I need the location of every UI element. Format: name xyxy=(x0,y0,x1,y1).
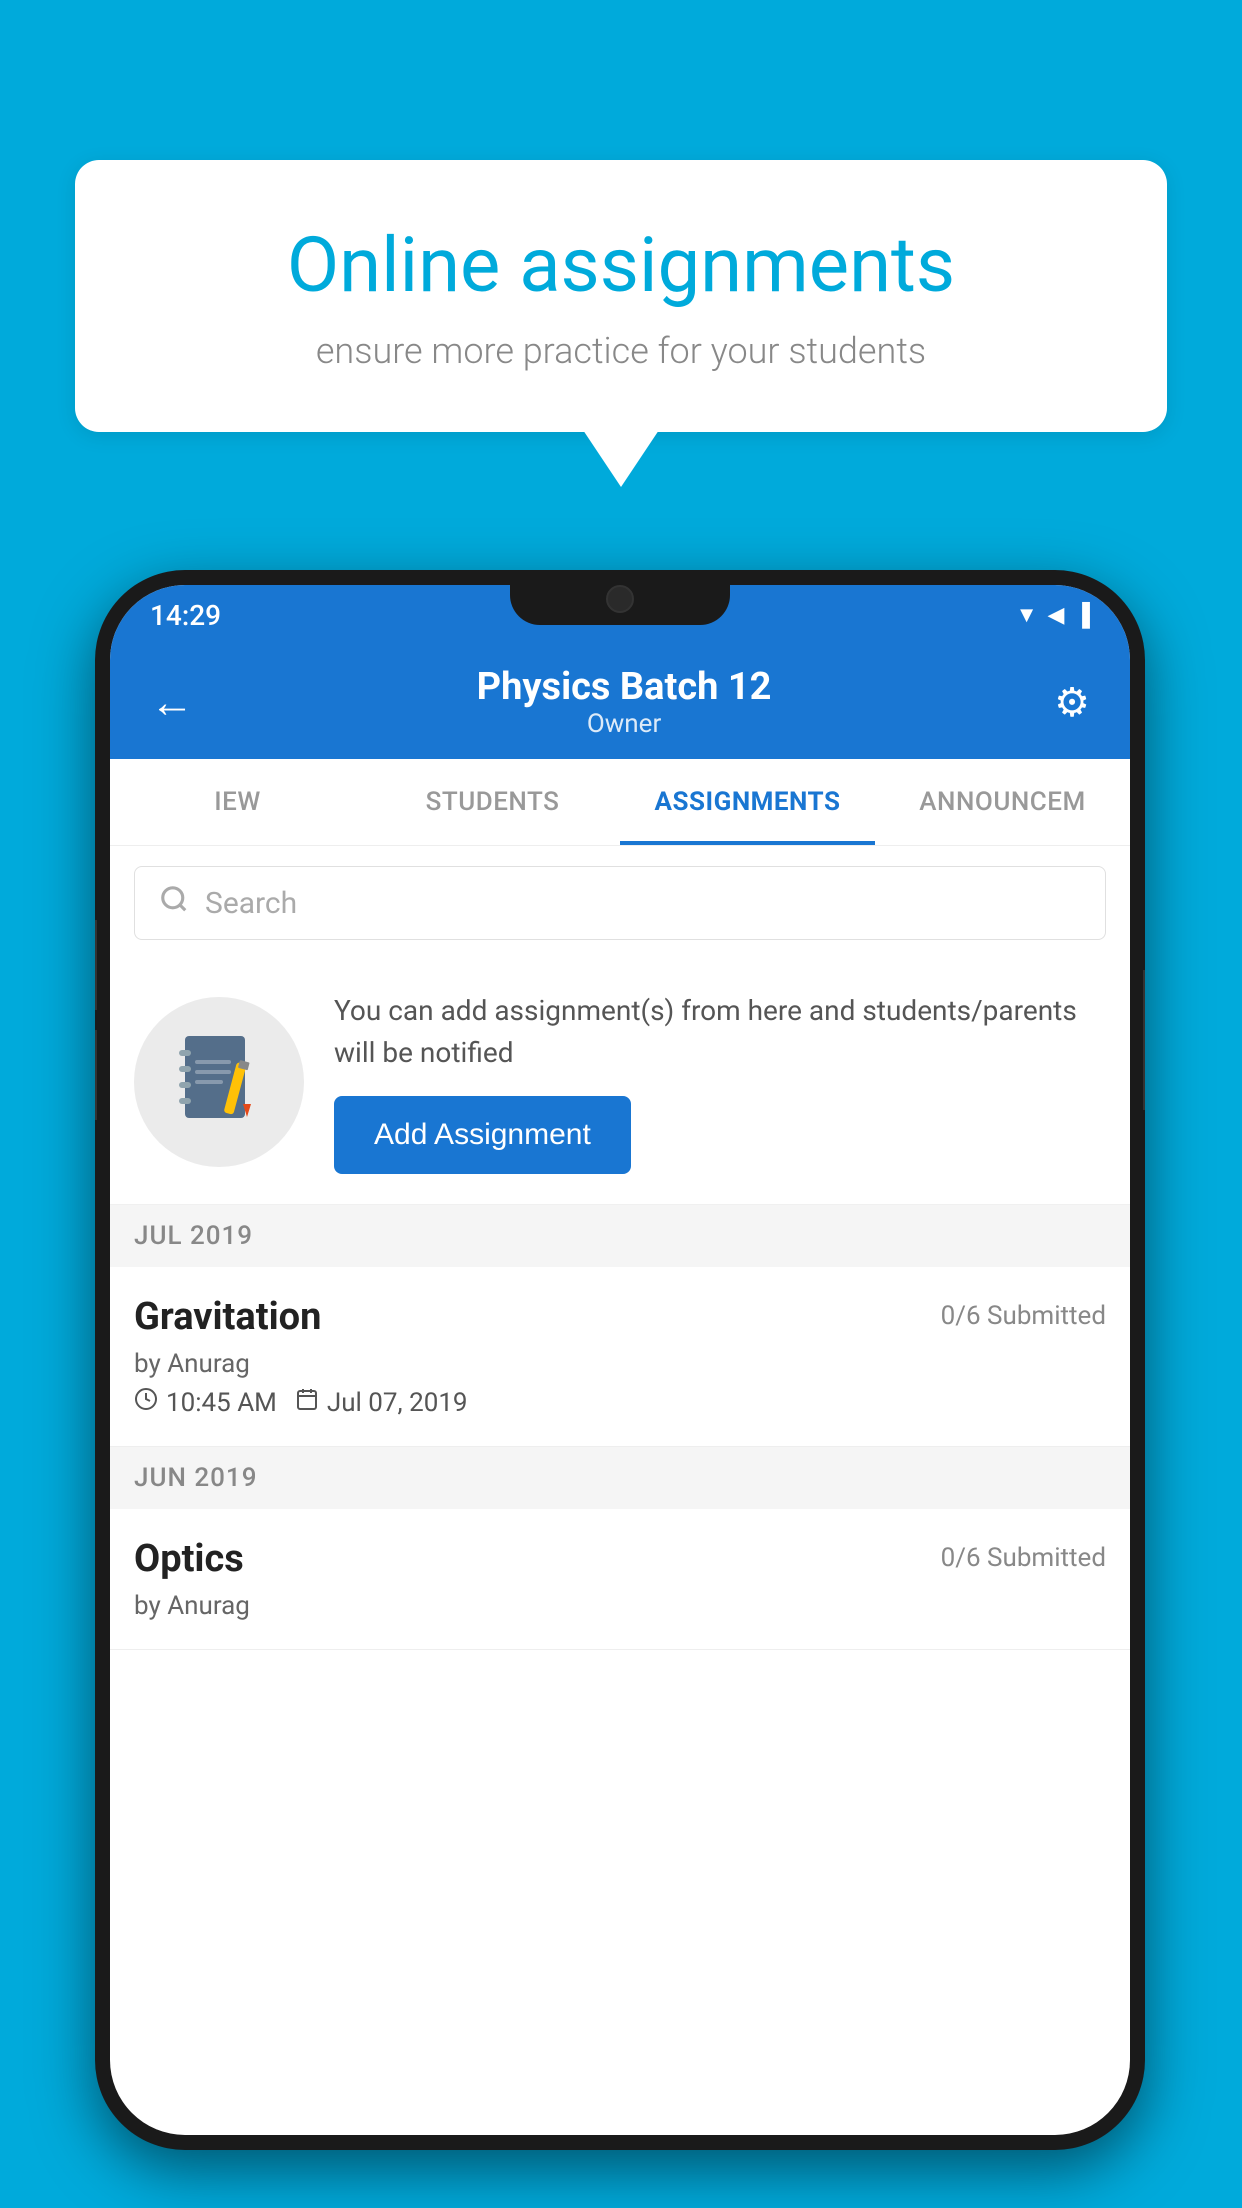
add-assignment-button[interactable]: Add Assignment xyxy=(334,1096,631,1174)
assignment-optics-author: by Anurag xyxy=(134,1591,1106,1621)
tab-students[interactable]: STUDENTS xyxy=(365,759,620,845)
volume-up-button xyxy=(95,920,97,1010)
section-header-jul: JUL 2019 xyxy=(110,1205,1130,1267)
battery-icon: ▐ xyxy=(1074,602,1090,628)
assignment-optics-name: Optics xyxy=(134,1537,244,1581)
promo-content: You can add assignment(s) from here and … xyxy=(334,990,1106,1174)
phone-notch xyxy=(510,570,730,625)
assignment-submitted: 0/6 Submitted xyxy=(941,1301,1106,1331)
settings-icon[interactable]: ⚙ xyxy=(1054,679,1090,726)
assignment-meta: 10:45 AM Jul 07, 2019 xyxy=(134,1387,1106,1418)
assignment-author: by Anurag xyxy=(134,1349,1106,1379)
back-button[interactable]: ← xyxy=(150,676,194,728)
speech-bubble-title: Online assignments xyxy=(145,220,1097,310)
assignment-optics-top-row: Optics 0/6 Submitted xyxy=(134,1537,1106,1581)
header-title: Physics Batch 12 xyxy=(477,665,772,709)
search-bar[interactable]: Search xyxy=(134,866,1106,940)
tab-overview[interactable]: IEW xyxy=(110,759,365,845)
tabs-bar: IEW STUDENTS ASSIGNMENTS ANNOUNCEM xyxy=(110,759,1130,846)
assignment-time: 10:45 AM xyxy=(134,1387,277,1418)
status-time: 14:29 xyxy=(150,599,221,632)
assignment-date-value: Jul 07, 2019 xyxy=(327,1388,468,1418)
promo-section: You can add assignment(s) from here and … xyxy=(110,960,1130,1205)
promo-icon-circle xyxy=(134,997,304,1167)
header-title-group: Physics Batch 12 Owner xyxy=(477,665,772,739)
assignment-time-value: 10:45 AM xyxy=(166,1388,277,1418)
clock-icon xyxy=(134,1387,158,1418)
assignment-item-optics[interactable]: Optics 0/6 Submitted by Anurag xyxy=(110,1509,1130,1650)
section-header-jun: JUN 2019 xyxy=(110,1447,1130,1509)
assignment-item-gravitation[interactable]: Gravitation 0/6 Submitted by Anurag 10:4… xyxy=(110,1267,1130,1447)
notebook-icon xyxy=(177,1032,262,1132)
app-header: ← Physics Batch 12 Owner ⚙ xyxy=(110,645,1130,759)
phone-screen: 14:29 ▼ ◀ ▐ ← Physics Batch 12 Owner ⚙ I… xyxy=(110,585,1130,2135)
tab-assignments[interactable]: ASSIGNMENTS xyxy=(620,759,875,845)
speech-bubble-container: Online assignments ensure more practice … xyxy=(75,160,1167,432)
status-icons: ▼ ◀ ▐ xyxy=(1016,602,1090,628)
search-placeholder: Search xyxy=(205,886,297,921)
speech-bubble: Online assignments ensure more practice … xyxy=(75,160,1167,432)
search-container: Search xyxy=(110,846,1130,960)
assignment-name: Gravitation xyxy=(134,1295,321,1339)
front-camera xyxy=(606,585,634,613)
wifi-icon: ▼ xyxy=(1016,602,1038,628)
header-subtitle: Owner xyxy=(477,709,772,739)
speech-bubble-subtitle: ensure more practice for your students xyxy=(145,330,1097,372)
calendar-icon xyxy=(295,1387,319,1418)
assignment-optics-submitted: 0/6 Submitted xyxy=(941,1543,1106,1573)
search-icon xyxy=(159,883,189,923)
volume-down-button xyxy=(95,1030,97,1120)
assignment-top-row: Gravitation 0/6 Submitted xyxy=(134,1295,1106,1339)
tab-announcements[interactable]: ANNOUNCEM xyxy=(875,759,1130,845)
assignment-date: Jul 07, 2019 xyxy=(295,1387,468,1418)
signal-icon: ◀ xyxy=(1047,603,1064,628)
promo-description: You can add assignment(s) from here and … xyxy=(334,990,1106,1074)
phone-frame: 14:29 ▼ ◀ ▐ ← Physics Batch 12 Owner ⚙ I… xyxy=(95,570,1145,2150)
power-button xyxy=(1143,970,1145,1110)
